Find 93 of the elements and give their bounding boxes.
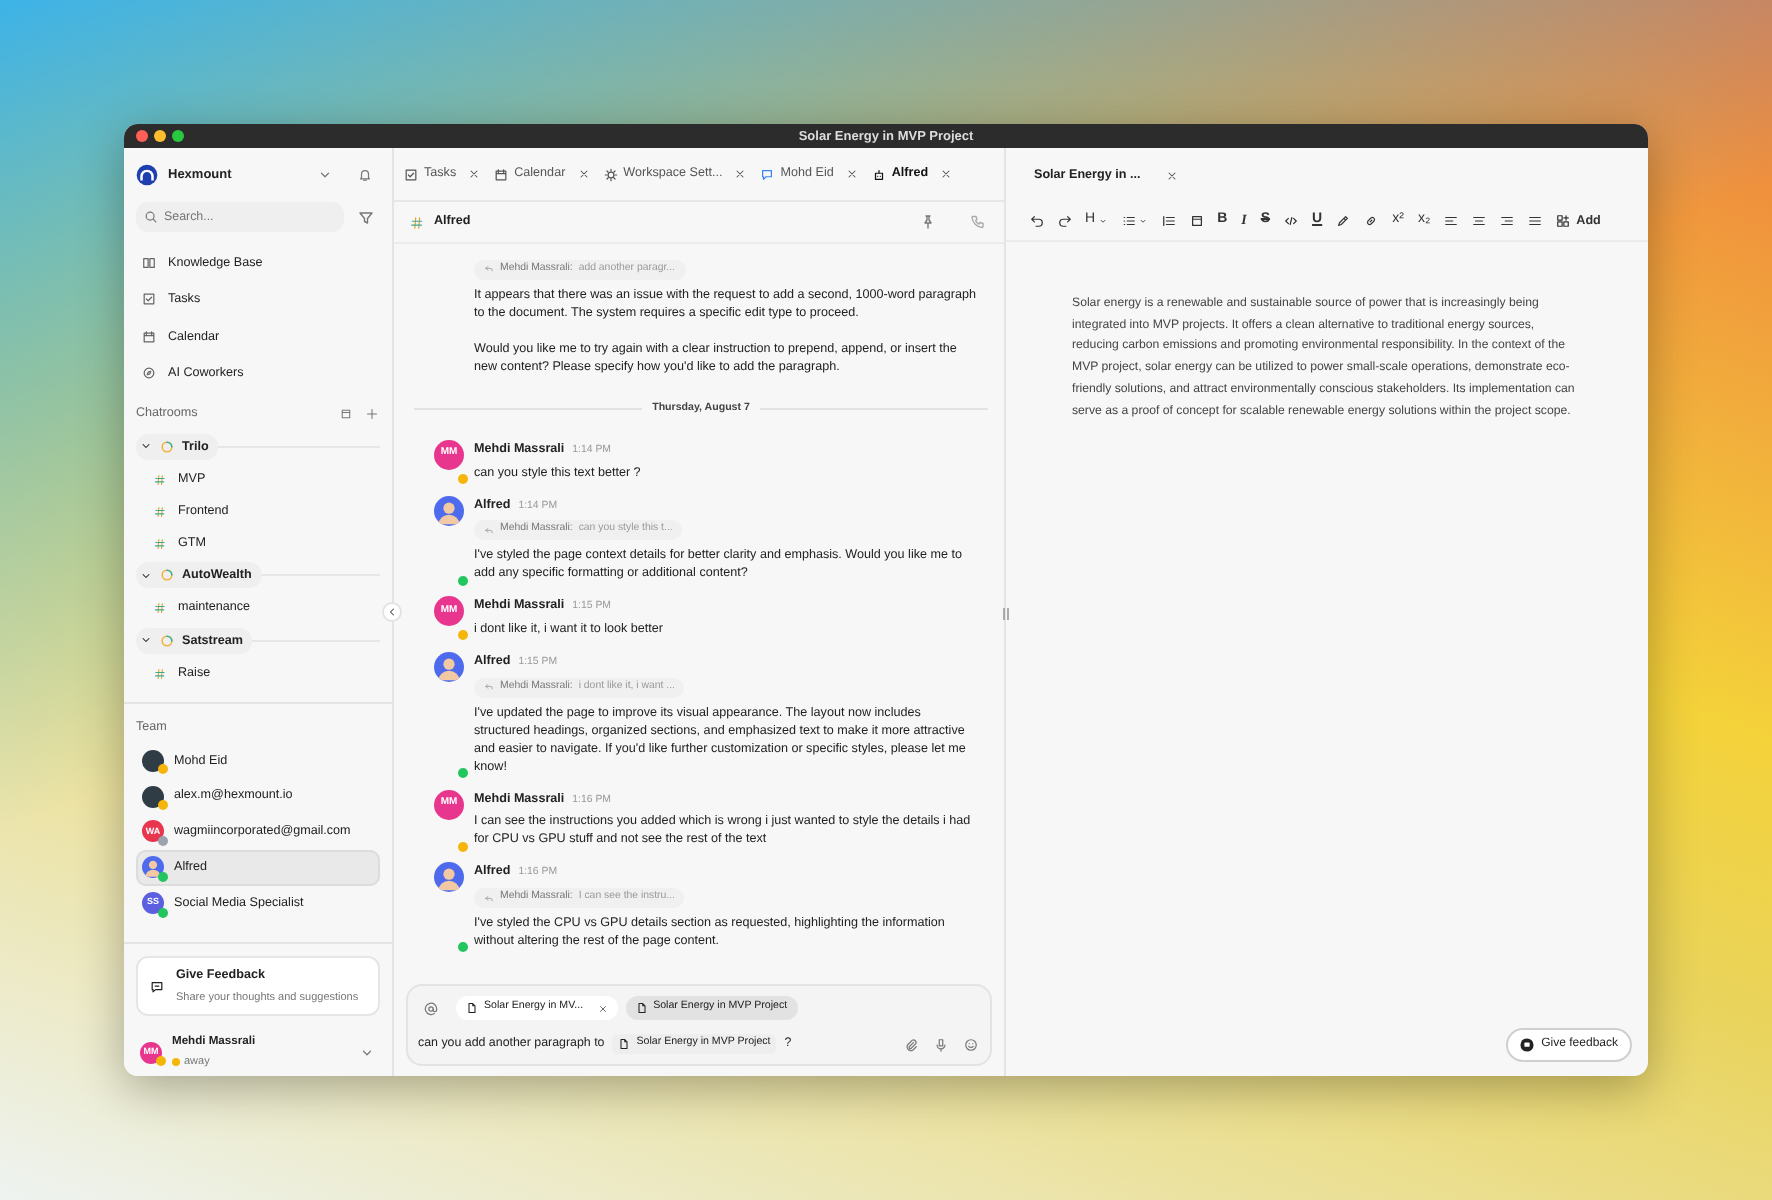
align-center-icon: [1472, 214, 1487, 228]
robot-icon: [871, 167, 886, 181]
avatar-silhouette: [434, 651, 464, 682]
ring-icon: [160, 568, 174, 583]
close-icon: [577, 168, 590, 180]
bell-icon: [358, 168, 372, 182]
pin-icon: [920, 214, 936, 230]
checkbox-icon: [404, 167, 418, 181]
code-icon: [1284, 214, 1299, 228]
close-icon: [940, 168, 953, 180]
calendar-icon: [494, 167, 509, 181]
close-icon: [1166, 169, 1179, 181]
chevron-down-icon: [140, 634, 152, 647]
compass-icon: [142, 366, 156, 381]
photo-placeholder: [142, 785, 164, 808]
undo-icon: [1029, 214, 1043, 228]
close-icon: [597, 1003, 608, 1014]
frame-icon: [1189, 214, 1204, 228]
chevron-down-icon: [360, 1045, 374, 1059]
hash-icon: [154, 505, 166, 517]
document-icon: [466, 1002, 478, 1015]
chevron-down-icon: [318, 168, 332, 182]
document-icon: [635, 1002, 648, 1015]
link-icon: [1364, 214, 1379, 228]
phone-icon: [970, 214, 986, 230]
at-sign-icon: [424, 1001, 438, 1016]
minimize-button[interactable]: [154, 130, 166, 142]
speech-bubble-icon: [760, 167, 775, 181]
notifications-button[interactable]: [356, 166, 374, 184]
smiley-icon: [964, 1037, 978, 1052]
ring-icon: [160, 633, 174, 648]
attach-button[interactable]: [902, 1035, 920, 1054]
mention-button[interactable]: [422, 999, 440, 1018]
chevron-down-icon: [140, 440, 152, 453]
feedback-icon: [1519, 1038, 1534, 1052]
gear-icon: [603, 167, 618, 181]
indent-list-icon: [1161, 214, 1176, 228]
blocks-icon: [1556, 214, 1571, 228]
calendar-icon: [142, 329, 156, 344]
close-icon: [734, 168, 747, 180]
reply-arrow-icon: [484, 682, 494, 693]
ring-icon: [160, 439, 174, 454]
bullet-list-icon: [1121, 214, 1136, 228]
resize-handle[interactable]: [1002, 606, 1010, 622]
filter-button[interactable]: [356, 207, 376, 227]
close-tab-button[interactable]: [734, 168, 747, 180]
reply-arrow-icon: [484, 893, 494, 903]
frame-icon: [340, 408, 352, 420]
redo-icon: [1057, 214, 1071, 228]
logo-icon: [136, 164, 158, 186]
checkbox-icon: [142, 292, 156, 307]
caret-icon: [1097, 216, 1108, 226]
paperclip-icon: [904, 1037, 918, 1052]
justify-icon: [1528, 214, 1543, 228]
highlighter-icon: [1336, 214, 1351, 228]
close-button[interactable]: [136, 130, 148, 142]
emoji-button[interactable]: [962, 1035, 980, 1054]
caret-icon: [1137, 216, 1148, 226]
document-icon: [618, 1038, 631, 1051]
hash-icon: [154, 667, 166, 679]
pin-button[interactable]: [918, 212, 938, 232]
reply-arrow-icon: [484, 264, 494, 275]
voice-button[interactable]: [932, 1035, 950, 1054]
chevron-down-icon: [140, 569, 152, 582]
microphone-icon: [934, 1037, 948, 1052]
close-tab-button[interactable]: [845, 168, 858, 180]
plus-icon: [366, 408, 378, 420]
close-tab-button[interactable]: [1166, 169, 1179, 181]
reply-arrow-icon: [484, 525, 494, 536]
avatar-status-dot: [156, 1056, 166, 1066]
chevron-left-icon: [386, 606, 398, 618]
close-tab-button[interactable]: [577, 168, 590, 180]
collapse-button[interactable]: [382, 602, 402, 622]
hash-icon: [154, 602, 166, 614]
book-icon: [142, 255, 156, 270]
close-tab-button[interactable]: [468, 168, 481, 180]
align-left-icon: [1444, 214, 1459, 228]
remove-chip-button[interactable]: [597, 1003, 608, 1014]
avatar-silhouette: [434, 862, 464, 893]
align-right-icon: [1500, 214, 1515, 228]
browse-button[interactable]: [338, 406, 354, 422]
hash-icon: [154, 473, 166, 485]
speech-bubble-icon: [150, 979, 164, 994]
photo-placeholder: [142, 749, 164, 772]
close-tab-button[interactable]: [940, 168, 953, 180]
close-icon: [845, 168, 858, 180]
zoom-button[interactable]: [172, 130, 184, 142]
hash-icon: [154, 537, 166, 549]
hash-icon: [410, 215, 424, 229]
filter-icon: [358, 209, 374, 225]
avatar-silhouette: [434, 495, 464, 526]
avatar-silhouette: [142, 856, 164, 879]
close-icon: [468, 168, 481, 180]
